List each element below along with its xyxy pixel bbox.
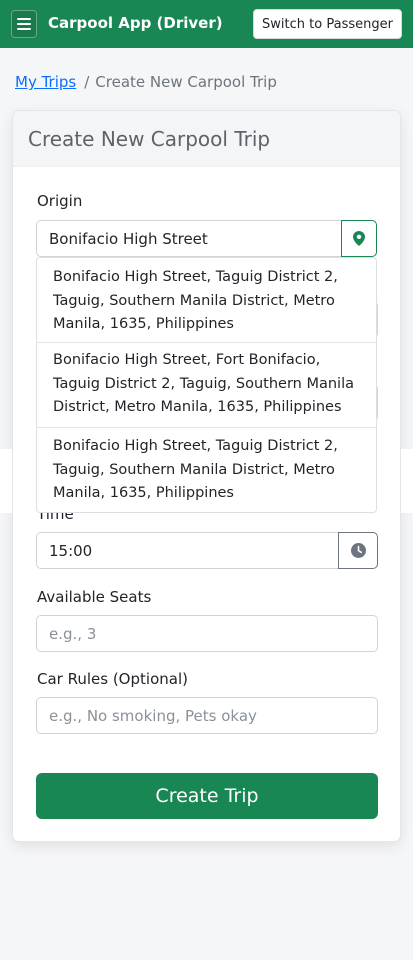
origin-label: Origin (37, 192, 83, 210)
suggestion-item[interactable]: Bonifacio High Street, Fort Bonifacio, T… (37, 349, 376, 420)
card-title: Create New Carpool Trip (28, 127, 271, 151)
breadcrumb-separator: / (84, 73, 90, 91)
origin-location-button[interactable] (341, 220, 377, 257)
top-navbar: Carpool App (Driver) Switch to Passenger (0, 0, 413, 48)
app-title[interactable]: Carpool App (Driver) (48, 14, 223, 32)
breadcrumb-current: Create New Carpool Trip (95, 73, 277, 91)
seats-input[interactable]: e.g., 3 (36, 615, 378, 652)
car-rules-input[interactable]: e.g., No smoking, Pets okay (36, 697, 378, 734)
hidden-field-strip-left (0, 449, 12, 513)
breadcrumb: My Trips / Create New Carpool Trip (15, 73, 277, 91)
suggestion-divider (37, 427, 376, 428)
breadcrumb-my-trips-link[interactable]: My Trips (15, 73, 76, 91)
suggestion-divider (37, 342, 376, 343)
origin-suggestions-dropdown: Bonifacio High Street, Taguig District 2… (36, 257, 377, 513)
switch-to-passenger-button[interactable]: Switch to Passenger (253, 9, 402, 39)
create-trip-button[interactable]: Create Trip (36, 773, 378, 819)
map-pin-icon (353, 231, 365, 246)
suggestion-item[interactable]: Bonifacio High Street, Taguig District 2… (37, 435, 376, 506)
card-header: Create New Carpool Trip (13, 111, 400, 167)
car-rules-label: Car Rules (Optional) (37, 670, 188, 688)
time-input[interactable]: 15:00 (36, 532, 339, 569)
time-picker-button[interactable] (338, 532, 378, 569)
hamburger-icon (17, 18, 31, 30)
hidden-field-strip-right (401, 449, 413, 513)
clock-icon (350, 543, 366, 558)
seats-label: Available Seats (37, 588, 152, 606)
menu-toggle-button[interactable] (11, 10, 37, 38)
origin-input[interactable]: Bonifacio High Street (36, 220, 342, 257)
suggestion-item[interactable]: Bonifacio High Street, Taguig District 2… (37, 266, 376, 337)
